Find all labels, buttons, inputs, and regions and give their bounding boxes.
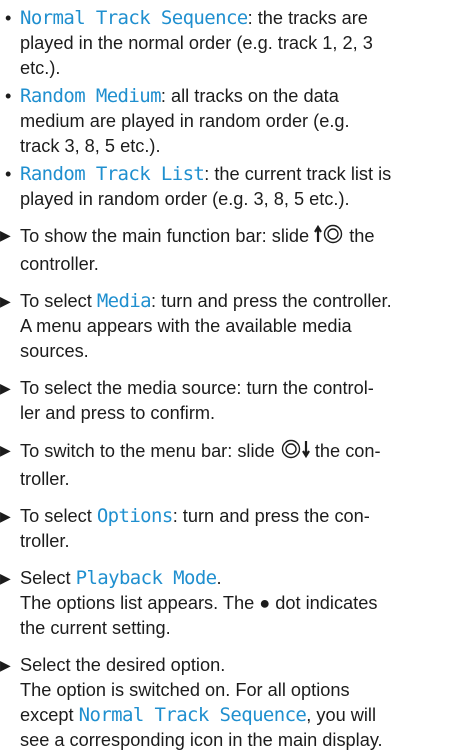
step-text: To switch to the menu bar: slide	[20, 441, 280, 461]
step-text: see a corresponding icon in the main dis…	[20, 730, 383, 750]
term-options: Options	[96, 505, 173, 527]
option-desc-line: played in random order (e.g. 3, 8, 5 etc…	[20, 189, 350, 209]
term-media: Media	[96, 290, 152, 312]
step-text: the	[344, 226, 375, 246]
instruction-page: • Normal Track Sequence: the tracks are …	[0, 0, 463, 750]
step-text: A menu appears with the available media	[20, 316, 352, 336]
step-arrow-icon: ▶	[0, 380, 11, 396]
term-playback-mode: Playback Mode	[75, 567, 218, 589]
step-select-media-source: ▶ To select the media source: turn the c…	[0, 376, 374, 426]
step-text: Select the desired option.	[20, 655, 226, 675]
step-text: To select the media source: turn the con…	[20, 378, 374, 398]
bullet-dot: •	[5, 8, 12, 28]
step-text: the con-	[309, 441, 381, 461]
step-arrow-icon: ▶	[0, 293, 11, 309]
step-select-playback-mode: ▶ Select Playback Mode. The options list…	[0, 566, 377, 641]
slide-down-controller-icon	[280, 438, 310, 467]
step-text: sources.	[20, 341, 89, 361]
term-normal-track-sequence: Normal Track Sequence	[20, 7, 248, 29]
step-arrow-icon: ▶	[0, 227, 11, 243]
step-arrow-icon: ▶	[0, 442, 11, 458]
option-desc: : the tracks are	[247, 8, 368, 28]
step-arrow-icon: ▶	[0, 508, 11, 524]
step-text: troller.	[20, 531, 70, 551]
step-text: Select	[20, 568, 76, 588]
option-desc-line: etc.).	[20, 58, 61, 78]
step-select-desired-option: ▶ Select the desired option. The option …	[0, 653, 383, 753]
step-text: except	[20, 705, 79, 725]
option-desc-line: medium are played in random order (e.g.	[20, 111, 350, 131]
step-text: controller.	[20, 254, 99, 274]
step-text: To select	[20, 506, 97, 526]
step-select-options: ▶ To select Options: turn and press the …	[0, 504, 370, 554]
step-text: The option is switched on. For all optio…	[20, 680, 350, 700]
step-arrow-icon: ▶	[0, 657, 11, 673]
term-normal-track-sequence: Normal Track Sequence	[78, 704, 307, 726]
bullet-dot: •	[5, 86, 12, 106]
step-text: To show the main function bar: slide	[20, 226, 315, 246]
step-text: , you will	[306, 705, 377, 725]
step-text: To select	[20, 291, 97, 311]
step-text: the current setting.	[20, 618, 171, 638]
step-text: The options list appears. The ● dot indi…	[20, 593, 378, 613]
step-switch-menu-bar: ▶ To switch to the menu bar: slide the c…	[0, 438, 381, 492]
step-text: troller.	[20, 469, 70, 489]
option-normal-track-sequence: • Normal Track Sequence: the tracks are …	[0, 6, 373, 81]
bullet-dot: •	[5, 164, 12, 184]
option-random-medium: • Random Medium: all tracks on the data …	[0, 84, 350, 159]
step-arrow-icon: ▶	[0, 570, 11, 586]
option-desc: : all tracks on the data	[160, 86, 339, 106]
term-random-medium: Random Medium	[20, 85, 162, 107]
step-text: : turn and press the con-	[172, 506, 370, 526]
step-show-function-bar: ▶ To show the main function bar: slide t…	[0, 223, 375, 277]
step-text: : turn and press the controller.	[151, 291, 392, 311]
step-text: .	[216, 568, 222, 588]
slide-up-controller-icon	[314, 223, 344, 252]
option-desc: : the current track list is	[204, 164, 392, 184]
step-text: ler and press to confirm.	[20, 403, 216, 423]
option-desc-line: track 3, 8, 5 etc.).	[20, 136, 161, 156]
option-desc-line: played in the normal order (e.g. track 1…	[20, 33, 373, 53]
step-select-media: ▶ To select Media: turn and press the co…	[0, 289, 392, 364]
option-random-track-list: • Random Track List: the current track l…	[0, 162, 391, 212]
term-random-track-list: Random Track List	[20, 163, 205, 185]
